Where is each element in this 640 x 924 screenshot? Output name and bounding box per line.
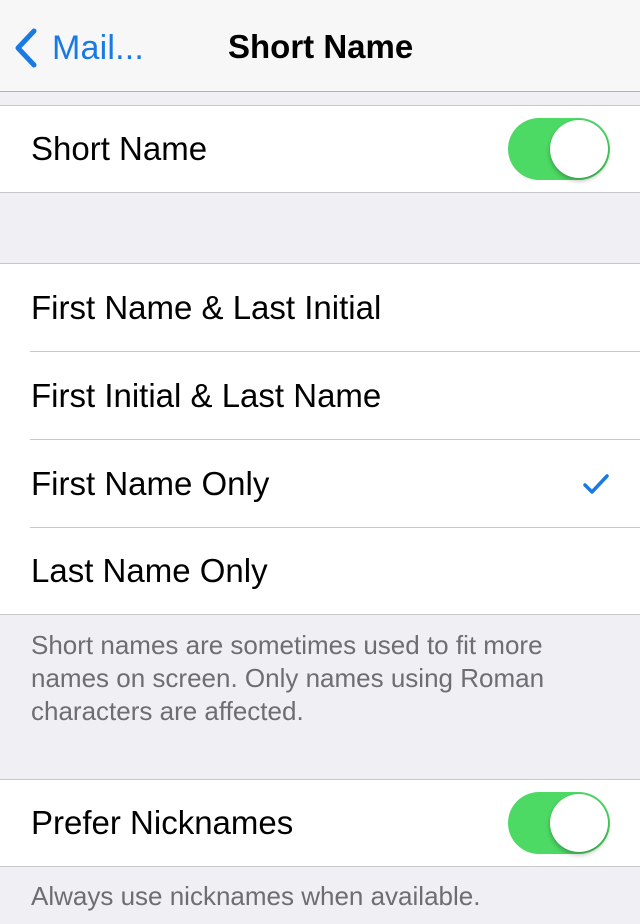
option-label: First Initial & Last Name: [31, 377, 382, 414]
option-first-name-only[interactable]: First Name Only: [0, 440, 640, 528]
short-name-format-group: First Name & Last Initial First Initial …: [0, 263, 640, 615]
back-button[interactable]: Mail...: [14, 26, 144, 70]
option-first-initial-last-name[interactable]: First Initial & Last Name: [0, 352, 640, 440]
option-label: First Name & Last Initial: [31, 289, 382, 326]
prefer-nicknames-row: Prefer Nicknames: [0, 780, 640, 866]
nicknames-footer: Always use nicknames when available.: [31, 881, 481, 911]
prefer-nicknames-label: Prefer Nicknames: [31, 804, 294, 841]
short-name-group: Short Name: [0, 105, 640, 193]
option-label: First Name Only: [31, 465, 270, 502]
short-name-toggle[interactable]: [508, 118, 610, 180]
checkmark-icon: [583, 474, 609, 494]
chevron-left-icon: [15, 28, 37, 68]
short-name-row: Short Name: [0, 106, 640, 192]
nicknames-group: Prefer Nicknames: [0, 779, 640, 867]
option-last-name-only[interactable]: Last Name Only: [0, 528, 640, 614]
back-button-label: Mail...: [52, 28, 145, 67]
option-label: Last Name Only: [31, 552, 268, 589]
navigation-bar: Mail... Short Name: [0, 0, 640, 92]
toggle-knob: [550, 794, 608, 852]
short-name-footer: Short names are sometimes used to fit mo…: [31, 630, 545, 726]
prefer-nicknames-toggle[interactable]: [508, 792, 610, 854]
toggle-knob: [550, 120, 608, 178]
option-first-name-last-initial[interactable]: First Name & Last Initial: [0, 264, 640, 352]
page-title: Short Name: [228, 28, 414, 65]
short-name-label: Short Name: [31, 130, 208, 167]
